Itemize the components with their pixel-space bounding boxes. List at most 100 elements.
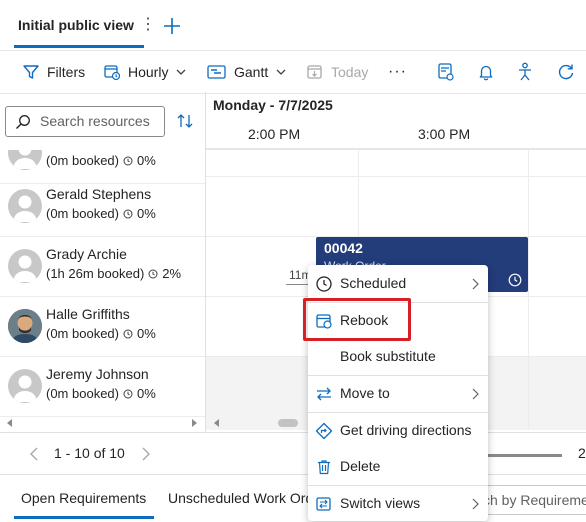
alerts-button[interactable] <box>477 51 502 93</box>
resource-utilization: (0m booked) 0% <box>46 326 156 341</box>
menu-label: Book substitute <box>340 348 436 364</box>
clock-icon <box>123 329 133 339</box>
chevron-right-icon <box>472 498 479 510</box>
hourly-dropdown[interactable]: Hourly <box>103 51 194 93</box>
calendar-today-icon <box>307 65 322 79</box>
clock-icon <box>508 273 522 287</box>
utilization-percent: 0% <box>136 326 156 341</box>
resource-name: Gerald Stephens <box>46 186 152 202</box>
toolbar: Filters Hourly Gantt Today ··· <box>0 50 586 94</box>
search-resources-input[interactable]: Search resources <box>5 106 165 137</box>
resource-utilization: (0m booked) 0% <box>46 206 156 221</box>
booked-time: (0m booked) <box>46 206 119 221</box>
resource-row[interactable]: Halle Griffiths (0m booked) 0% <box>0 296 205 357</box>
search-placeholder: Search resources <box>40 113 150 129</box>
resource-name: Jeremy Johnson <box>46 366 149 382</box>
menu-label: Scheduled <box>340 275 407 291</box>
grid-horizontal-scrollbar[interactable] <box>212 418 312 428</box>
chevron-right-icon <box>472 388 479 400</box>
active-tab-indicator <box>14 45 144 48</box>
menu-item-switch-views[interactable]: Switch views <box>308 486 488 522</box>
plus-icon[interactable] <box>160 14 184 38</box>
resource-row[interactable]: Gerald Stephens (0m booked) 0% <box>0 176 205 237</box>
resource-row[interactable]: Grady Archie (1h 26m booked) 2% <box>0 236 205 297</box>
menu-label: Switch views <box>340 495 421 511</box>
bell-icon <box>479 65 493 81</box>
map-view-button[interactable] <box>437 51 462 93</box>
more-vertical-icon[interactable]: ⋮ <box>140 15 156 35</box>
clock-icon <box>123 209 133 219</box>
resource-name: Grady Archie <box>46 246 127 262</box>
refresh-button[interactable] <box>556 51 583 93</box>
avatar <box>8 249 42 283</box>
today-label: Today <box>331 64 369 80</box>
filters-label: Filters <box>47 64 86 80</box>
more-label: ··· <box>388 63 407 80</box>
pagination-bar: 1 - 10 of 10 2 <box>0 432 586 475</box>
chevron-right-icon[interactable] <box>140 446 152 462</box>
menu-label: Get driving directions <box>340 422 472 438</box>
page-range: 1 - 10 of 10 <box>54 445 125 461</box>
view-tab-bar: Initial public view ⋮ <box>0 0 586 50</box>
resource-row[interactable]: Jeremy Johnson (0m booked) 0% <box>0 356 205 417</box>
calendar-clock-icon <box>104 65 121 81</box>
menu-label: Delete <box>340 458 381 474</box>
search-icon <box>16 115 30 129</box>
sort-icon[interactable] <box>176 112 194 130</box>
resource-utilization: (0m booked) 0% <box>46 386 156 401</box>
time-header-3pm: 3:00 PM <box>418 126 471 142</box>
more-commands-button[interactable]: ··· <box>388 51 407 93</box>
hourly-label: Hourly <box>128 64 169 80</box>
switch-views-icon <box>316 497 331 511</box>
arrows-swap-icon <box>317 387 331 401</box>
menu-item-driving-directions[interactable]: Get driving directions <box>308 413 488 449</box>
booked-time: (0m booked) <box>46 153 119 168</box>
booked-time: (1h 26m booked) <box>46 266 145 281</box>
tab-open-requirements[interactable]: Open Requirements <box>21 490 146 506</box>
person-accessibility-icon <box>519 62 531 81</box>
menu-item-move-to[interactable]: Move to <box>308 376 488 412</box>
active-tab-indicator <box>14 516 154 519</box>
search-requirements-input[interactable]: ch by Requireme <box>480 485 586 515</box>
trash-icon <box>318 460 330 475</box>
booked-time: (0m booked) <box>46 326 119 341</box>
clock-icon <box>123 389 133 399</box>
zoom-slider[interactable] <box>488 454 562 457</box>
directions-icon <box>315 422 333 440</box>
grid-line <box>206 176 586 177</box>
menu-item-delete[interactable]: Delete <box>308 449 488 485</box>
chevron-left-icon[interactable] <box>28 446 40 462</box>
utilization-percent: 2% <box>162 266 182 281</box>
menu-item-scheduled[interactable]: Scheduled <box>308 266 488 302</box>
map-icon <box>438 63 454 81</box>
search-requirements-placeholder: ch by Requireme <box>483 492 586 508</box>
resource-utilization: (0m booked) 0% <box>46 153 156 168</box>
chevron-down-icon <box>177 69 186 75</box>
time-header-2pm: 2:00 PM <box>248 126 301 142</box>
resource-utilization: (1h 26m booked) 2% <box>46 266 181 281</box>
today-button[interactable]: Today <box>306 51 368 93</box>
utilization-percent: 0% <box>136 206 156 221</box>
resource-name: Halle Griffiths <box>46 306 130 322</box>
grid-line <box>528 150 529 430</box>
requirements-tab-bar: Open Requirements Unscheduled Work Order… <box>0 474 586 522</box>
tab-initial-public-view[interactable]: Initial public view <box>18 17 134 33</box>
filter-icon <box>23 65 39 79</box>
gantt-icon <box>207 65 226 79</box>
utilization-percent: 0% <box>136 386 156 401</box>
rebook-highlight-box <box>303 298 411 341</box>
clock-icon <box>148 269 158 279</box>
booking-id: 00042 <box>324 240 363 256</box>
resource-list: (0m booked) 0% Gerald Stephens (0m booked… <box>0 150 205 430</box>
gantt-dropdown[interactable]: Gantt <box>207 51 294 93</box>
menu-item-book-substitute[interactable]: Book substitute <box>308 339 488 375</box>
booked-time: (0m booked) <box>46 386 119 401</box>
zoom-value: 2 <box>578 445 586 461</box>
avatar <box>8 150 42 170</box>
resource-details-button[interactable] <box>516 51 541 93</box>
avatar <box>8 189 42 223</box>
resource-horizontal-scrollbar[interactable] <box>5 418 199 428</box>
gantt-label: Gantt <box>234 64 269 80</box>
filters-button[interactable]: Filters <box>22 51 85 93</box>
chevron-down-icon <box>276 69 286 75</box>
